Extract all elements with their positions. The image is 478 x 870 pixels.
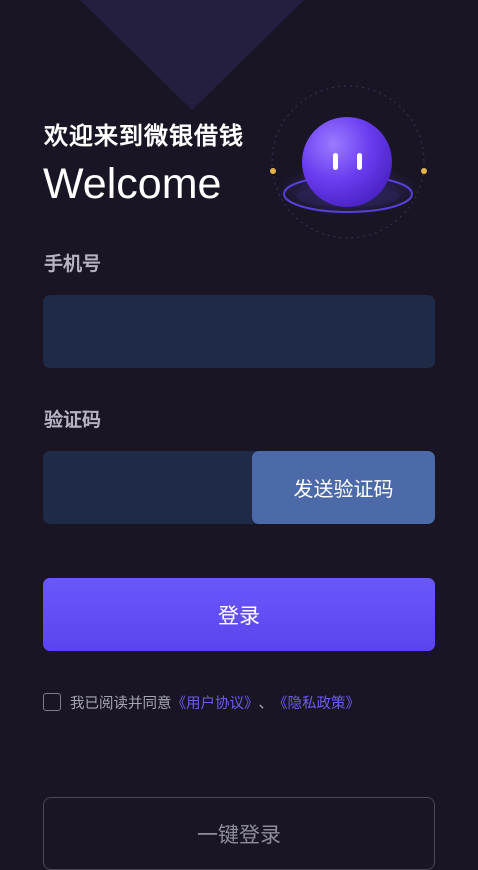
agreement-row: 我已阅读并同意 《用户协议》 、 《隐私政策》 xyxy=(43,689,360,715)
privacy-policy-link[interactable]: 《隐私政策》 xyxy=(273,692,360,713)
phone-input[interactable] xyxy=(43,295,435,368)
agreement-prefix: 我已阅读并同意 xyxy=(70,695,172,712)
code-input-row: 发送验证码 xyxy=(43,451,435,524)
verification-code-input[interactable] xyxy=(43,451,253,524)
agreement-separator: 、 xyxy=(258,695,274,712)
send-code-button[interactable]: 发送验证码 xyxy=(252,451,435,524)
greeting-title: 欢迎来到微银借钱 xyxy=(44,122,244,150)
welcome-title: Welcome xyxy=(43,160,222,208)
one-key-login-button[interactable]: 一键登录 xyxy=(43,797,435,870)
code-label: 验证码 xyxy=(44,409,102,431)
mascot-icon xyxy=(270,85,427,239)
phone-label: 手机号 xyxy=(44,253,102,275)
agreement-checkbox[interactable] xyxy=(43,693,61,711)
login-button[interactable]: 登录 xyxy=(43,578,435,651)
user-agreement-link[interactable]: 《用户协议》 xyxy=(172,692,259,713)
